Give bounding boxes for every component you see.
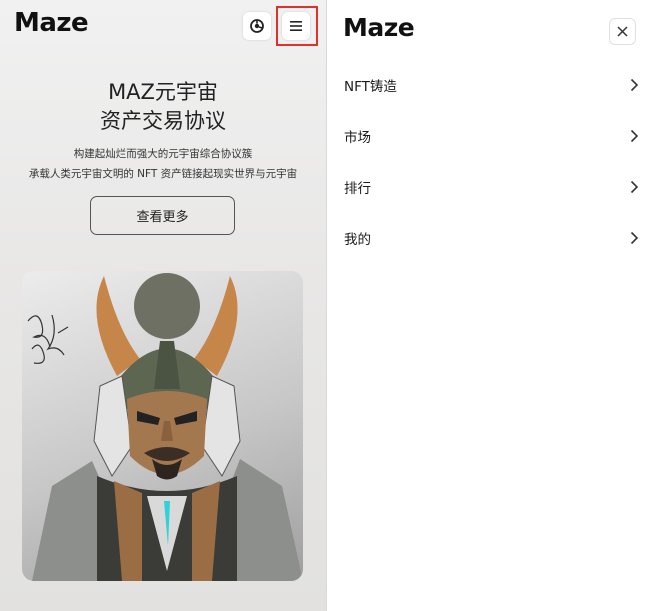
menu-item-ranking[interactable]: 排行 [344,173,639,201]
wallet-button[interactable] [243,12,271,40]
menu-item-mine[interactable]: 我的 [344,224,639,252]
wallet-icon [250,19,264,33]
menu-brand-logo[interactable]: Maze [343,13,415,42]
menu-item-label: NFT铸造 [344,79,397,95]
close-icon [617,26,628,37]
chevron-right-icon [630,129,639,143]
view-more-button[interactable]: 查看更多 [90,196,235,235]
close-menu-button[interactable] [609,18,636,45]
brand-logo[interactable]: Maze [14,8,89,38]
chevron-right-icon [630,180,639,194]
nft-artwork-image [27,273,303,581]
hero-subtitle-line2: 承载人类元宇宙文明的 NFT 资产链接起现实世界与元宇宙 [28,168,298,180]
landing-screen: Maze MAZ元宇宙 资产交易协议 构建起灿烂而强大的元宇宙综合协议簇 承载人… [0,0,326,611]
menu-item-label: 市场 [344,130,371,146]
chevron-right-icon [630,231,639,245]
hero-title-line2: 资产交易协议 [100,109,226,133]
hero-subtitle-line1: 构建起灿烂而强大的元宇宙综合协议簇 [73,148,253,160]
menu-item-label: 排行 [344,181,371,197]
menu-button-highlight [276,6,318,46]
chevron-right-icon [630,78,639,92]
screen-divider [326,0,327,611]
menu-item-market[interactable]: 市场 [344,122,639,150]
menu-item-nft-mint[interactable]: NFT铸造 [344,71,639,99]
nft-artwork-card[interactable] [22,271,303,581]
hero-title-line1: MAZ元宇宙 [108,80,218,104]
menu-item-label: 我的 [344,232,371,248]
